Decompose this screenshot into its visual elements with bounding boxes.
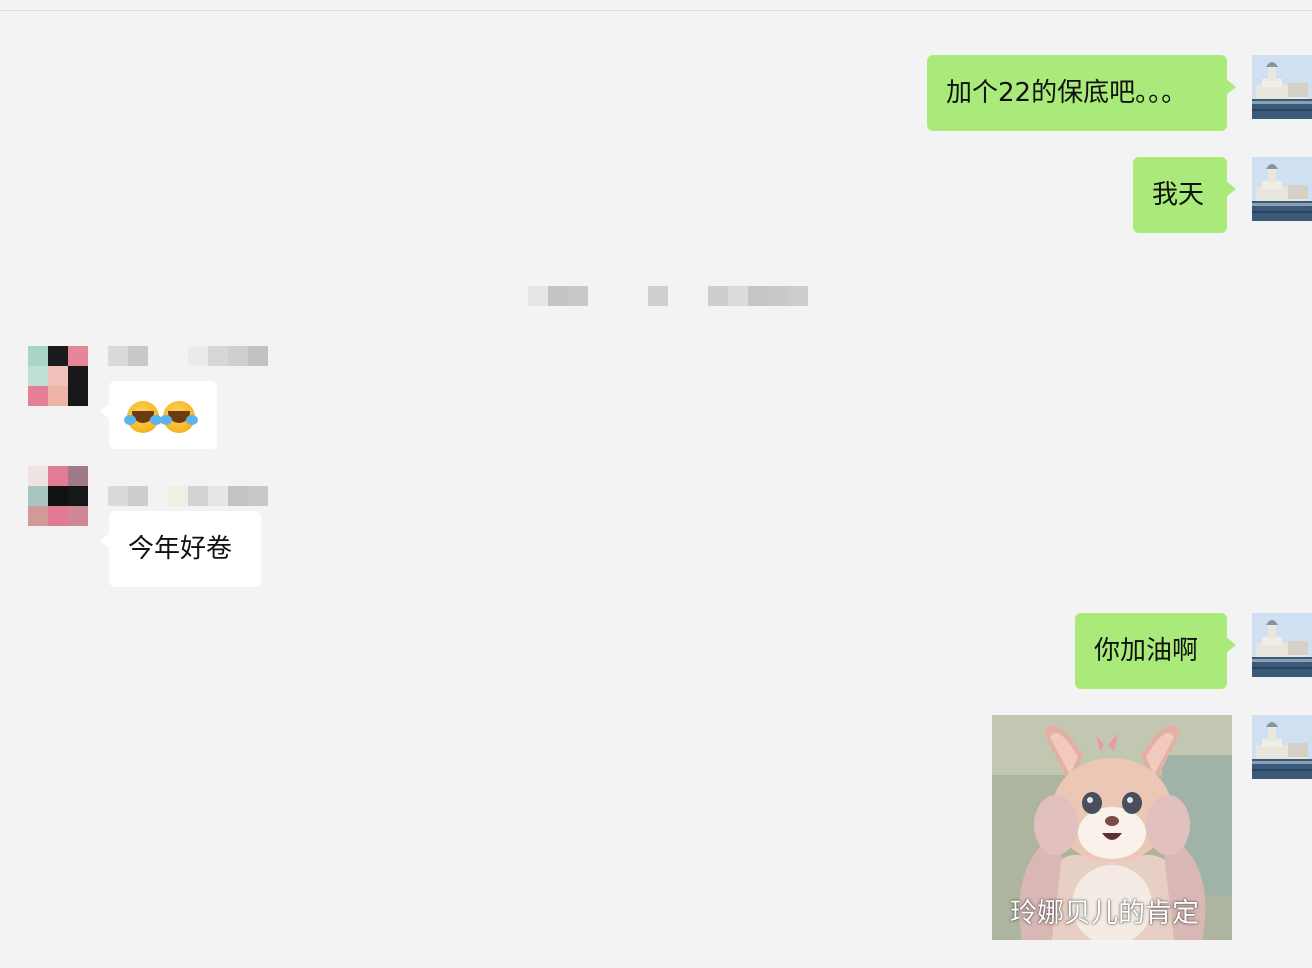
message-text: 我天 [1152,180,1205,210]
contact-avatar[interactable] [28,466,88,526]
message-bubble-other[interactable] [100,381,217,449]
message-bubble-self[interactable]: 加个22的保底吧。。。 [927,55,1236,131]
face-with-tears-of-joy-icon [160,400,195,433]
message-bubble-self[interactable]: 我天 [1133,157,1236,233]
building-photo-icon [1252,157,1312,221]
self-avatar[interactable] [1252,715,1312,779]
self-avatar[interactable] [1252,55,1312,119]
message-text: 你加油啊 [1094,636,1199,666]
message-bubble-other[interactable]: 今年好卷 [100,511,261,587]
building-photo-icon [1252,715,1312,779]
redacted-sender-name [108,346,268,366]
building-photo-icon [1252,55,1312,119]
face-with-tears-of-joy-icon [124,400,159,433]
building-photo-icon [1252,613,1312,677]
self-avatar[interactable] [1252,157,1312,221]
message-text: 加个22的保底吧。。。 [946,78,1188,108]
top-divider [0,10,1312,11]
message-text: 今年好卷 [128,534,233,564]
sticker-image[interactable]: 玲娜贝儿的肯定 [992,715,1232,940]
contact-avatar[interactable] [28,346,88,406]
self-avatar[interactable] [1252,613,1312,677]
redacted-system-message [528,286,808,306]
redacted-sender-name [108,486,268,506]
message-bubble-self[interactable]: 你加油啊 [1075,613,1236,689]
sticker-caption: 玲娜贝儿的肯定 [1010,898,1199,929]
